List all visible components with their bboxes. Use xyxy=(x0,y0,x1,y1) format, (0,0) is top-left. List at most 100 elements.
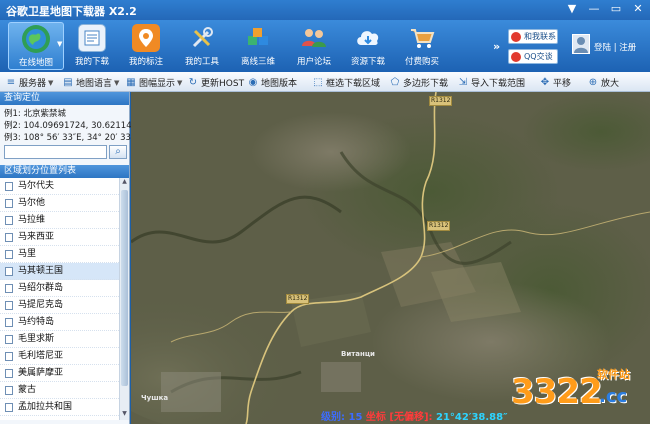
document-icon xyxy=(5,352,13,361)
tool-online-map[interactable]: 在线地图 xyxy=(8,22,64,70)
document-icon xyxy=(5,403,13,412)
refresh-icon: ↻ xyxy=(188,76,198,88)
scrollbar-thumb[interactable] xyxy=(121,190,128,386)
chevron-down-icon: ▼ xyxy=(48,78,54,87)
chevron-down-icon[interactable]: ▼ xyxy=(57,40,62,48)
tool-resource-download[interactable]: 资源下载 xyxy=(340,22,396,70)
watermark-number: 3322 xyxy=(511,372,603,412)
search-icon: ⌕ xyxy=(115,146,121,157)
tool-user-forum[interactable]: 用户论坛 xyxy=(286,22,342,70)
search-row: ⌕ xyxy=(4,145,127,161)
list-scrollbar[interactable]: ▲ ▼ xyxy=(119,178,129,420)
coord-value: 21°42′38.88″ xyxy=(436,412,508,423)
list-item-label: 蒙古 xyxy=(18,385,37,395)
tool-offline-3d[interactable]: 离线三维 xyxy=(230,22,286,70)
document-icon xyxy=(5,386,13,395)
box-select-download-button[interactable]: ⬚ 框选下载区域 xyxy=(313,76,380,89)
list-item[interactable]: 马里 xyxy=(0,246,129,263)
coord-label: 坐标 xyxy=(365,412,386,423)
search-input[interactable] xyxy=(4,145,107,159)
list-item[interactable]: 马尔他 xyxy=(0,195,129,212)
more-tools-button[interactable]: » xyxy=(493,40,500,53)
list-item-label: 马绍尔群岛 xyxy=(18,283,64,293)
list-item[interactable]: 毛里求斯 xyxy=(0,331,129,348)
document-icon xyxy=(5,335,13,344)
list-item-label: 马提尼克岛 xyxy=(18,300,64,310)
list-item[interactable]: 马尔代夫 xyxy=(0,178,129,195)
list-item-label: 马来西亚 xyxy=(18,232,55,242)
scroll-up-icon[interactable]: ▲ xyxy=(120,178,129,188)
menu-dropdown-button[interactable]: ▼ xyxy=(564,2,580,17)
list-item-label: 马里 xyxy=(18,249,37,259)
polygon-icon: ⬠ xyxy=(390,76,400,88)
list-item[interactable]: 马提尼克岛 xyxy=(0,297,129,314)
example-3: 例3: 108° 56′ 33″E, 34° 20′ 33″N xyxy=(4,133,141,143)
list-item-label: 马约特岛 xyxy=(18,317,55,327)
map-version-button[interactable]: ◉ 地图版本 xyxy=(248,76,297,89)
contact-button[interactable]: 和我联系 xyxy=(508,29,558,44)
list-item[interactable]: 孟加拉共和国 xyxy=(0,399,129,416)
scroll-down-icon[interactable]: ▼ xyxy=(120,410,129,420)
tool-my-downloads[interactable]: 我的下载 xyxy=(64,22,120,70)
chevron-down-icon: ▼ xyxy=(114,78,120,87)
list-item[interactable]: 美属萨摩亚 xyxy=(0,365,129,382)
minimize-button[interactable]: — xyxy=(586,2,602,17)
region-list: 马尔代夫 马尔他 马拉维 马来西亚 马里 马其顿王国 马绍尔群岛 马提尼克岛 马… xyxy=(0,178,129,420)
list-item[interactable]: 毛利塔尼亚 xyxy=(0,348,129,365)
maximize-button[interactable]: ▭ xyxy=(608,2,624,17)
town-label: Витанци xyxy=(341,350,375,358)
tool-my-marks[interactable]: 我的标注 xyxy=(118,22,174,70)
tool-label: 我的工具 xyxy=(184,57,219,67)
main-toolbar: 在线地图 ▼ 我的下载 我的标注 我的工具 离线三维 用户论坛 资源下载 付费购… xyxy=(0,20,650,72)
cubes-icon xyxy=(244,24,272,52)
list-item[interactable]: 马来西亚 xyxy=(0,229,129,246)
close-button[interactable]: ✕ xyxy=(630,2,646,17)
polygon-download-button[interactable]: ⬠ 多边形下载 xyxy=(390,76,448,89)
list-item[interactable]: 马绍尔群岛 xyxy=(0,280,129,297)
window-title: 谷歌卫星地图下载器 X2.2 xyxy=(6,5,137,18)
map-pin-icon xyxy=(132,24,160,52)
satellite-map[interactable]: R1312 R1312 R1312 Чушка Витанци 级别: 15 坐… xyxy=(131,92,650,424)
qq-chat-button[interactable]: QQ交谈 xyxy=(508,49,558,64)
document-icon xyxy=(5,267,13,276)
zoom-in-icon: ⊕ xyxy=(588,76,598,88)
qq-chat-label: QQ交谈 xyxy=(524,52,553,61)
left-panel: 查询定位 例1: 北京紫禁城 例2: 104.09691724, 30.6211… xyxy=(0,92,148,424)
import-range-button[interactable]: ⇲ 导入下载范围 xyxy=(458,76,525,89)
users-icon xyxy=(300,24,328,52)
document-icon xyxy=(5,250,13,259)
list-item-label: 马尔他 xyxy=(18,198,46,208)
document-icon xyxy=(5,216,13,225)
map-language-menu[interactable]: ▤ 地图语言 ▼ xyxy=(63,76,119,89)
login-register-link[interactable]: 登陆 | 注册 xyxy=(594,41,636,53)
zoom-in-button[interactable]: ⊕ 放大 xyxy=(588,76,619,89)
window-controls: ▼ — ▭ ✕ xyxy=(564,2,646,17)
search-button[interactable]: ⌕ xyxy=(109,145,127,159)
list-item[interactable]: 马拉维 xyxy=(0,212,129,229)
list-item[interactable]: 马约特岛 xyxy=(0,314,129,331)
tool-my-tools[interactable]: 我的工具 xyxy=(174,22,230,70)
document-icon xyxy=(5,318,13,327)
pan-button[interactable]: ✥ 平移 xyxy=(540,76,571,89)
avatar[interactable] xyxy=(572,34,590,54)
document-icon xyxy=(5,369,13,378)
list-item-label: 马其顿王国 xyxy=(18,266,64,276)
list-item-selected[interactable]: 马其顿王国 xyxy=(0,263,129,280)
tool-purchase[interactable]: 付费购买 xyxy=(394,22,450,70)
update-host-label: 更新HOST xyxy=(201,79,245,89)
update-host-button[interactable]: ↻ 更新HOST xyxy=(188,76,244,89)
level-value: 15 xyxy=(348,412,363,423)
contact-label: 和我联系 xyxy=(524,32,556,41)
road-label: R1312 xyxy=(286,294,310,304)
document-icon xyxy=(78,24,106,52)
road-label: R1312 xyxy=(429,96,453,106)
document-icon xyxy=(5,182,13,191)
server-menu[interactable]: ≡ 服务器 ▼ xyxy=(6,76,54,89)
polygon-download-label: 多边形下载 xyxy=(403,79,449,89)
map-version-label: 地图版本 xyxy=(261,79,298,89)
level-label: 级别: xyxy=(321,412,345,423)
list-item-label: 毛利塔尼亚 xyxy=(18,351,64,361)
list-item[interactable]: 蒙古 xyxy=(0,382,129,399)
town-label: Чушка xyxy=(141,394,169,402)
tile-display-menu[interactable]: ▦ 图幅显示 ▼ xyxy=(126,76,182,89)
